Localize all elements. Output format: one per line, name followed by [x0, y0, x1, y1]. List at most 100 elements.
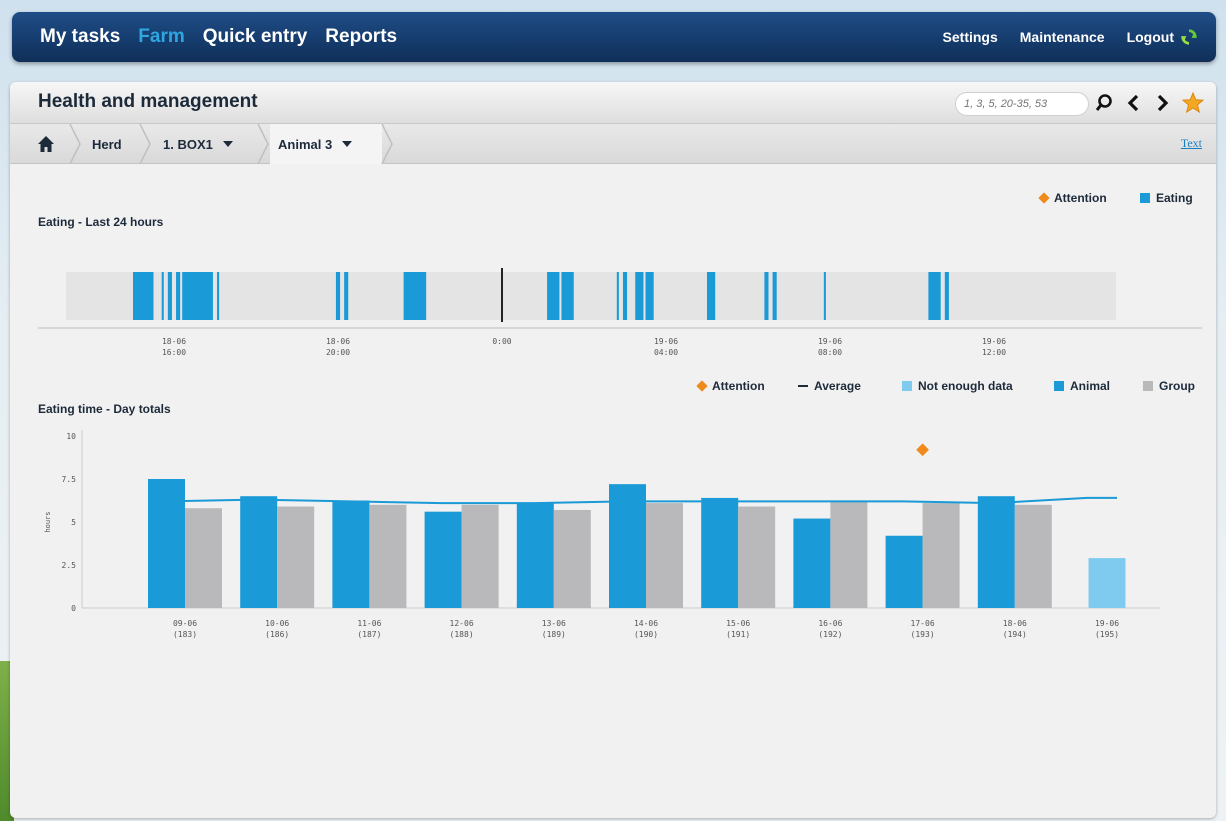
x-tick-label: 18-06 [1003, 619, 1027, 628]
legend-eating: Eating [1140, 191, 1193, 205]
eating-interval [764, 272, 769, 320]
search-icon[interactable] [1093, 92, 1115, 114]
eating-interval [944, 272, 949, 320]
eating-24h-title: Eating - Last 24 hours [38, 215, 164, 229]
timeline-tick-label: 18-06 [326, 337, 350, 346]
y-tick-label: 2.5 [62, 561, 77, 570]
group-swatch [1143, 381, 1153, 391]
animal-bar [240, 496, 278, 608]
x-tick-label: (189) [542, 630, 566, 639]
x-tick-label: (192) [818, 630, 842, 639]
group-bar [277, 506, 315, 608]
eating-day-totals-chart: 0 2.5 5 7.5 10 hours 09-06 (183) 10-06 (186) 11-06… [44, 430, 1160, 639]
group-bar [553, 509, 591, 608]
breadcrumb-separator [257, 124, 269, 164]
x-tick-label: 14-06 [634, 619, 658, 628]
group-bar [1014, 504, 1052, 608]
nav-my-tasks[interactable]: My tasks [40, 26, 120, 48]
attention-marker [916, 443, 929, 457]
eating-interval [547, 272, 560, 320]
animal-bar [701, 497, 739, 608]
breadcrumb-box-dropdown[interactable]: 1. BOX1 [163, 124, 233, 164]
nav-reports[interactable]: Reports [325, 26, 397, 48]
timeline-tick-label: 12:00 [982, 348, 1006, 357]
breadcrumb-separator [381, 124, 393, 164]
x-tick-label: (190) [634, 630, 658, 639]
eating-interval [823, 272, 826, 320]
nav-quick-entry[interactable]: Quick entry [203, 26, 308, 48]
star-icon[interactable] [1182, 92, 1204, 114]
x-tick-label: 16-06 [818, 619, 842, 628]
legend-attention: Attention [696, 379, 765, 393]
eating-interval [635, 272, 644, 320]
x-tick-label: (194) [1003, 630, 1027, 639]
eating-interval [176, 272, 181, 320]
main-panel: Health and management Herd 1. BOX1 [10, 82, 1216, 818]
breadcrumb-herd[interactable]: Herd [92, 124, 122, 164]
timeline-tick-label: 19-06 [654, 337, 678, 346]
legend-average: Average [798, 379, 861, 393]
x-tick-label: 19-06 [1095, 619, 1119, 628]
top-navigation: My tasks Farm Quick entry Reports Settin… [12, 12, 1216, 62]
animal-bar [332, 500, 370, 608]
eating-interval [344, 272, 349, 320]
eating-interval [772, 272, 777, 320]
breadcrumb-animal-dropdown[interactable]: Animal 3 [278, 124, 353, 164]
group-bar [369, 504, 407, 608]
legend-animal: Animal [1054, 379, 1110, 393]
group-bar [738, 506, 776, 608]
animal-bar [148, 479, 185, 608]
timeline-tick-label: 19-06 [818, 337, 842, 346]
legend-not-enough-data: Not enough data [902, 379, 1013, 393]
eating-interval [928, 272, 941, 320]
attention-swatch [696, 380, 708, 392]
account-menu: Settings Maintenance Logout [943, 12, 1198, 62]
animal-swatch [1054, 381, 1064, 391]
not-enough-data-swatch [902, 381, 912, 391]
breadcrumb-separator [139, 124, 151, 164]
animal-search-input[interactable] [955, 92, 1089, 116]
x-tick-label: (193) [911, 630, 935, 639]
timeline-tick-label: 16:00 [162, 348, 186, 357]
eating-interval [217, 272, 220, 320]
y-axis-label: hours [44, 511, 52, 532]
y-tick-label: 5 [71, 518, 76, 527]
not-enough-data-bar [1088, 558, 1126, 608]
chevron-right-icon[interactable] [1151, 92, 1173, 114]
text-view-link[interactable]: Text [1181, 136, 1202, 151]
x-tick-label: 09-06 [173, 619, 197, 628]
animal-bar [885, 535, 923, 608]
chevron-left-icon[interactable] [1123, 92, 1145, 114]
x-tick-label: 15-06 [726, 619, 750, 628]
x-tick-label: (186) [265, 630, 289, 639]
timeline-tick-label: 04:00 [654, 348, 678, 357]
timeline-background [66, 272, 1116, 320]
legend-label: Average [814, 379, 861, 393]
timeline-tick-label: 19-06 [982, 337, 1006, 346]
y-tick-label: 0 [71, 604, 76, 613]
eating-interval [167, 272, 172, 320]
logout-label: Logout [1126, 29, 1174, 45]
x-tick-label: 17-06 [911, 619, 935, 628]
logout-button[interactable]: Logout [1127, 28, 1198, 46]
legend-label: Attention [712, 379, 765, 393]
legend-attention: Attention [1038, 191, 1107, 205]
animal-bar [977, 496, 1015, 608]
nav-maintenance[interactable]: Maintenance [1020, 29, 1105, 45]
attention-swatch [1038, 192, 1050, 204]
timeline-tick-label: 08:00 [818, 348, 842, 357]
nav-farm[interactable]: Farm [138, 26, 184, 48]
y-tick-label: 10 [66, 432, 76, 441]
eating-interval [622, 272, 628, 320]
nav-settings[interactable]: Settings [943, 29, 998, 45]
eating-interval [182, 272, 213, 320]
home-icon[interactable] [37, 135, 55, 153]
animal-bar [609, 484, 646, 608]
x-tick-label: 13-06 [542, 619, 566, 628]
timeline-tick-label: 0:00 [492, 337, 511, 346]
x-tick-label: 11-06 [357, 619, 381, 628]
legend-label: Not enough data [918, 379, 1013, 393]
eating-interval [403, 272, 427, 320]
eating-interval [161, 272, 164, 320]
chevron-down-icon [222, 141, 233, 147]
